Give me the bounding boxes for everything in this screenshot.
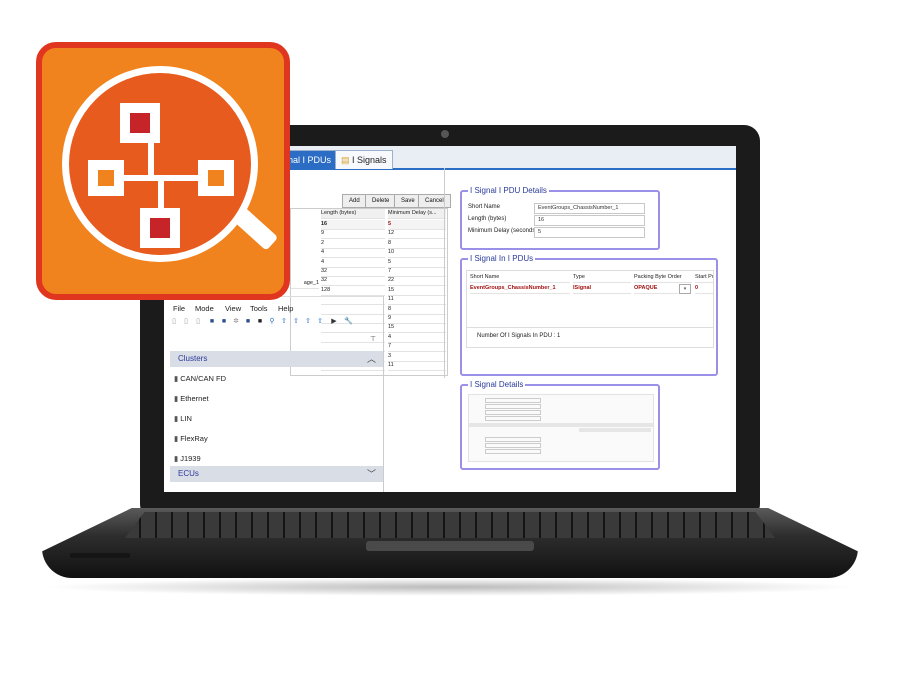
ecus-header[interactable]: ECUs ﹀ [170,466,384,482]
diagram-node-bottom-fill [150,218,170,238]
signal-row-packing[interactable]: OPAQUE [634,284,678,294]
signals-in-pdus-title: I Signal In I PDUs [468,254,536,263]
connector-line [148,140,154,180]
pdu-cell-delay[interactable]: 11 [388,361,446,371]
search-icon[interactable]: ⚲ [268,318,276,326]
preview-tabs [469,423,653,427]
col-start: Start Po [695,273,713,283]
signal-details-title: I Signal Details [468,380,526,389]
signal-row-name[interactable]: EventGroups_ChassisNumber_1 [470,284,570,294]
diagram-node-left-fill [98,170,114,186]
col-type: Type [573,273,631,283]
preview-subtabs [579,428,651,432]
packing-dropdown-icon[interactable]: ▾ [679,284,691,294]
signals-table: Short Name Type Packing Byte Order Start… [466,270,714,348]
preview-field [485,416,541,421]
partial-name: age_1 [291,279,319,289]
col-length: Length (bytes) [321,209,385,219]
panel-divider [444,168,445,378]
menu-mode[interactable]: Mode [195,304,214,313]
expand-icon[interactable]: ﹀ [367,466,376,482]
tree-item-ethernet[interactable]: ▮ Ethernet [174,394,209,403]
new-icon[interactable]: ▯ [170,318,178,326]
disk-icon[interactable]: ■ [244,318,252,326]
settings-icon[interactable]: ✲ [232,318,240,326]
menu-view[interactable]: View [225,304,241,313]
signal-details-preview [468,394,654,462]
signal-details-group: I Signal Details [460,380,660,470]
menu-help[interactable]: Help [278,304,293,313]
paste-icon[interactable]: ▯ [194,318,202,326]
pdu-details-group: I Signal I PDU Details Short Name EventG… [460,186,660,250]
trackpad [366,541,534,551]
tree-item-j1939[interactable]: ▮ J1939 [174,454,201,463]
panel-divider [383,296,384,492]
length-field[interactable]: 16 [534,215,645,226]
signals-in-pdus-group: I Signal In I PDUs Short Name Type Packi… [460,254,718,376]
copy-icon[interactable]: ▯ [182,318,190,326]
col-packing: Packing Byte Order [634,273,692,283]
table-divider [467,327,713,328]
short-name-field[interactable]: EventGroups_ChassisNumber_1 [534,203,645,214]
short-name-label: Short Name [468,204,501,210]
diagram-node-right-fill [208,170,224,186]
preview-field [485,437,541,442]
export-icon[interactable]: ⇧ [280,318,288,326]
tree-item-can[interactable]: ▮ CAN/CAN FD [174,374,226,383]
preview-field [485,404,541,409]
preview-field [485,449,541,454]
import-icon[interactable]: ▶ [330,318,338,326]
export-4-icon[interactable]: ⇧ [316,318,324,326]
preview-field [485,443,541,448]
export-2-icon[interactable]: ⇧ [292,318,300,326]
webcam [441,130,449,138]
tree-item-lin[interactable]: ▮ LIN [174,414,192,423]
side-slot [70,553,130,558]
export-3-icon[interactable]: ⇧ [304,318,312,326]
signal-count: Number Of I Signals In PDU : 1 [477,333,561,339]
wrench-icon[interactable]: 🔧 [344,318,353,326]
preview-field [485,410,541,415]
add-button[interactable]: Add [342,194,367,208]
save-icon[interactable]: ■ [208,318,216,326]
tab-signals[interactable]: ▤ I Signals [335,150,393,169]
col-delay: Minimum Delay (s... [388,209,446,219]
laptop-shadow [40,578,860,596]
diagram-node-top-fill [130,113,150,133]
delay-field[interactable]: 5 [534,227,645,238]
col-short-name: Short Name [470,273,570,283]
delete-button[interactable]: Delete [365,194,397,208]
save-all-icon[interactable]: ■ [220,318,228,326]
keyboard [125,512,775,538]
signal-row-start[interactable]: 0 [695,284,713,294]
cancel-button[interactable]: Cancel [418,194,451,208]
preview-field [485,398,541,403]
tab-signal-pdus[interactable]: nal I PDUs [282,150,338,169]
pdu-details-title: I Signal I PDU Details [468,186,549,195]
terminal-icon[interactable]: ■ [256,318,264,326]
clusters-header[interactable]: Clusters ︿ [170,351,384,367]
collapse-icon[interactable]: ︿ [367,351,376,367]
length-label: Length (bytes) [468,216,507,222]
signal-row-type[interactable]: ISignal [573,284,631,294]
menu-file[interactable]: File [173,304,185,313]
menu-tools[interactable]: Tools [250,304,268,313]
pin-icon[interactable]: ⊤ [369,336,377,344]
delay-label: Minimum Delay (seconds) [468,228,538,234]
signals-tab-icon: ▤ [341,155,353,165]
tree-item-flexray[interactable]: ▮ FlexRay [174,434,208,443]
